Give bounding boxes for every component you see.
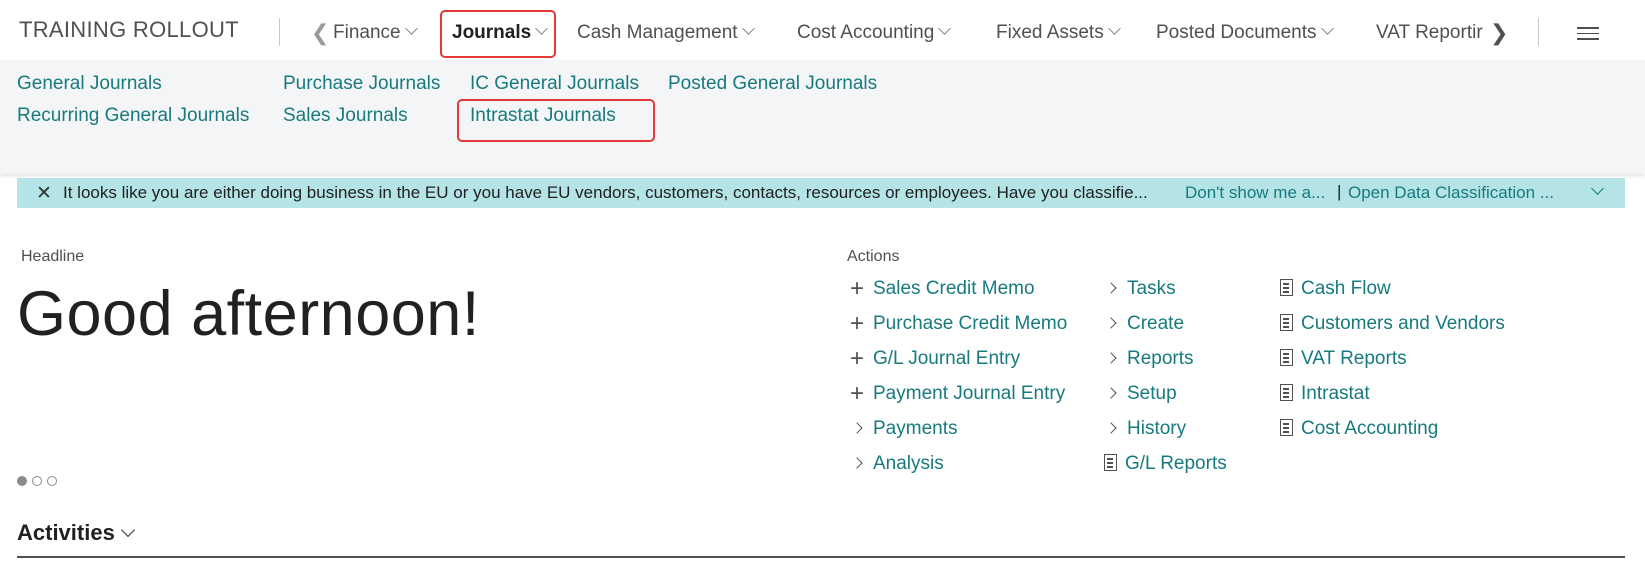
nav-separator <box>279 18 280 46</box>
action-purchase-credit-memo[interactable]: + Purchase Credit Memo <box>847 310 1067 337</box>
nav-item-finance[interactable]: Finance <box>333 22 418 44</box>
plus-icon: + <box>849 275 864 302</box>
report-icon <box>1280 314 1293 331</box>
action-payment-journal-entry[interactable]: + Payment Journal Entry <box>847 380 1065 407</box>
close-icon[interactable]: ✕ <box>36 182 52 205</box>
headline-label: Headline <box>21 248 85 265</box>
chevron-right-icon <box>1105 282 1117 294</box>
nav-item-cash-management[interactable]: Cash Management <box>577 22 755 44</box>
activities-divider <box>17 556 1625 558</box>
dont-show-again-link[interactable]: Don't show me a... <box>1185 183 1325 203</box>
top-navigation-bar: TRAINING ROLLOUT ❮ Finance Journals Cash… <box>0 0 1645 60</box>
submenu-link-general-journals[interactable]: General Journals <box>17 73 162 95</box>
report-icon <box>1280 384 1293 401</box>
hamburger-menu-icon[interactable] <box>1577 27 1599 44</box>
banner-separator: | <box>1337 182 1342 201</box>
journals-highlight-box <box>440 10 556 58</box>
chevron-right-icon <box>1105 352 1117 364</box>
chevron-right-icon <box>851 422 863 434</box>
report-icon <box>1280 279 1293 296</box>
notification-banner: ✕ It looks like you are either doing bus… <box>17 178 1625 208</box>
submenu-link-sales-journals[interactable]: Sales Journals <box>283 105 408 127</box>
headline-greeting: Good afternoon! <box>17 279 480 349</box>
nav-scroll-left-icon[interactable]: ❮ <box>311 20 329 46</box>
action-report-intrastat[interactable]: Intrastat <box>1276 383 1370 405</box>
report-icon <box>1280 419 1293 436</box>
nav-scroll-right-icon[interactable]: ❯ <box>1490 20 1508 46</box>
plus-icon: + <box>849 310 864 337</box>
action-group-tasks[interactable]: Tasks <box>1103 278 1176 300</box>
chevron-down-icon <box>938 22 952 35</box>
activities-section-header[interactable]: Activities <box>17 520 135 546</box>
chevron-down-icon[interactable] <box>1591 182 1604 195</box>
action-report-gl-reports[interactable]: G/L Reports <box>1100 453 1227 475</box>
chevron-down-icon <box>1107 22 1121 35</box>
action-group-create[interactable]: Create <box>1103 313 1184 335</box>
nav-item-posted-documents[interactable]: Posted Documents <box>1156 22 1334 44</box>
banner-message: It looks like you are either doing busin… <box>63 183 1148 202</box>
submenu-link-ic-general-journals[interactable]: IC General Journals <box>470 73 639 95</box>
open-data-classification-link[interactable]: Open Data Classification ... <box>1348 183 1554 203</box>
action-group-setup[interactable]: Setup <box>1103 383 1177 405</box>
chevron-down-icon <box>404 22 418 35</box>
nav-separator <box>1538 18 1539 46</box>
pager-dot[interactable] <box>47 476 57 486</box>
action-group-payments[interactable]: Payments <box>849 418 957 440</box>
chevron-right-icon <box>1105 317 1117 329</box>
action-group-analysis[interactable]: Analysis <box>849 453 944 475</box>
plus-icon: + <box>849 380 864 407</box>
action-report-cash-flow[interactable]: Cash Flow <box>1276 278 1391 300</box>
chevron-down-icon <box>741 22 755 35</box>
intrastat-highlight-box <box>457 99 655 142</box>
nav-item-fixed-assets[interactable]: Fixed Assets <box>996 22 1121 44</box>
chevron-down-icon <box>120 522 135 538</box>
submenu-link-posted-general-journals[interactable]: Posted General Journals <box>668 73 877 95</box>
pager-dot[interactable] <box>17 476 27 486</box>
action-gl-journal-entry[interactable]: + G/L Journal Entry <box>847 345 1020 372</box>
action-report-vat-reports[interactable]: VAT Reports <box>1276 348 1407 370</box>
headline-pager <box>17 473 62 491</box>
chevron-right-icon <box>851 457 863 469</box>
submenu-link-recurring-general-journals[interactable]: Recurring General Journals <box>17 105 249 127</box>
report-icon <box>1280 349 1293 366</box>
action-report-cost-accounting[interactable]: Cost Accounting <box>1276 418 1438 440</box>
pager-dot[interactable] <box>32 476 42 486</box>
chevron-right-icon <box>1105 422 1117 434</box>
actions-label: Actions <box>847 248 900 265</box>
chevron-right-icon <box>1105 387 1117 399</box>
nav-item-vat-reporting[interactable]: VAT Reportir <box>1376 22 1488 44</box>
submenu-link-purchase-journals[interactable]: Purchase Journals <box>283 73 440 95</box>
report-icon <box>1104 454 1117 471</box>
action-group-reports[interactable]: Reports <box>1103 348 1194 370</box>
action-report-customers-and-vendors[interactable]: Customers and Vendors <box>1276 313 1505 335</box>
chevron-down-icon <box>1320 22 1334 35</box>
journals-submenu: General Journals Recurring General Journ… <box>0 60 1645 174</box>
action-group-history[interactable]: History <box>1103 418 1186 440</box>
plus-icon: + <box>849 345 864 372</box>
action-sales-credit-memo[interactable]: + Sales Credit Memo <box>847 275 1035 302</box>
nav-item-cost-accounting[interactable]: Cost Accounting <box>797 22 952 44</box>
company-name[interactable]: TRAINING ROLLOUT <box>19 17 239 43</box>
